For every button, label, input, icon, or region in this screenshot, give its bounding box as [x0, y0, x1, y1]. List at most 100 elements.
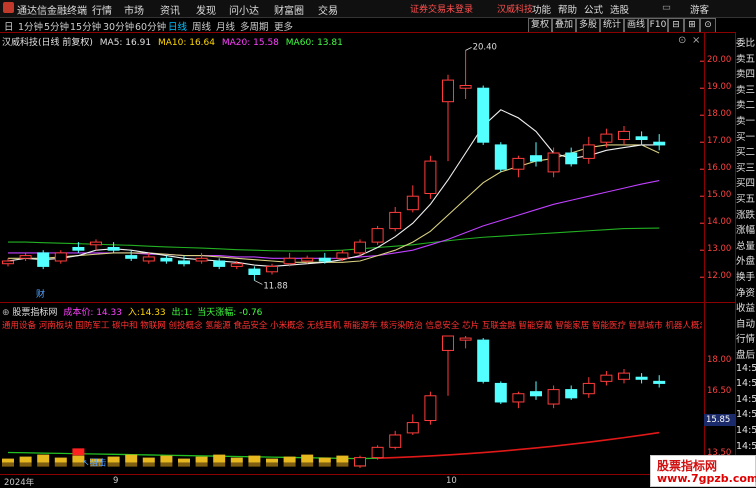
period-weekly[interactable]: 周线 [192, 19, 211, 33]
title-stock-name: 汉威科技 [497, 5, 534, 15]
signal-block [336, 455, 349, 467]
price-tick: 16.00 [707, 163, 732, 174]
quote-label-21: 14:5 [736, 362, 756, 374]
candle [248, 266, 261, 281]
candle [266, 263, 278, 275]
toolbar-zoom-in-icon[interactable]: ⊞ [684, 18, 700, 33]
indicator-candle [582, 377, 595, 398]
snipe-label: ↖狙击 [82, 458, 106, 469]
axis-divider [704, 33, 705, 474]
indicator-candle [530, 381, 542, 400]
date-month-9: 9 [113, 476, 119, 486]
menu-zixun[interactable]: 资讯 [160, 2, 180, 17]
menu-bangzhu[interactable]: 帮助 [558, 2, 577, 16]
quote-label-24: 14:5 [736, 409, 756, 421]
period-more[interactable]: 更多 [274, 19, 293, 33]
login-warning[interactable]: 证券交易未登录 [410, 2, 473, 15]
title-bar: 通达信金融终端 行情 市场 资讯 发现 问小达 财富圈 交易 证券交易未登录 汉… [0, 0, 756, 18]
candle [565, 147, 578, 167]
period-1min[interactable]: 1分钟 [18, 19, 43, 33]
candle [459, 50, 472, 99]
quote-label-4: 卖二 [736, 100, 756, 112]
candle [354, 239, 366, 256]
menu-hangqing[interactable]: 行情 [92, 2, 112, 17]
period-monthly[interactable]: 月线 [216, 19, 235, 33]
minimize-icon[interactable]: ▭ [662, 2, 671, 13]
period-day-short[interactable]: 日 [4, 19, 14, 33]
quote-label-17: 收益 [736, 303, 756, 315]
quote-label-26: 14:5 [736, 440, 756, 452]
indicator-candle [512, 391, 525, 409]
menu-caifuquan[interactable]: 财富圈 [274, 2, 304, 17]
candle [406, 185, 419, 213]
menu-user[interactable]: 游客 [690, 2, 709, 16]
price-tick: 15.00 [707, 190, 732, 201]
toolbar-zoom-out-icon[interactable]: ⊟ [668, 18, 684, 33]
indicator-icon: ⊕ [2, 308, 10, 318]
pane-divider [0, 302, 736, 303]
entry-label: 入:14.33 [127, 308, 166, 318]
price-tick: 19.00 [707, 82, 732, 93]
watermark-url: www.7gpzb.com [657, 472, 756, 485]
indicator-candle [406, 414, 419, 435]
candle [90, 239, 102, 251]
cost-price-label: 成本价: 14.33 [63, 308, 122, 318]
price-tick: 13.00 [707, 244, 732, 255]
quote-label-25: 14:5 [736, 425, 756, 436]
period-60min[interactable]: 60分钟 [135, 19, 166, 33]
menu-gongneng[interactable]: 功能 [532, 2, 551, 16]
quote-label-19: 行情 [736, 334, 756, 346]
quote-label-8: 买三 [736, 162, 756, 174]
indicator-tick: 18.00 [707, 354, 732, 365]
period-15min[interactable]: 15分钟 [70, 19, 101, 33]
signal-block [19, 456, 32, 467]
period-daily[interactable]: 日线 [168, 19, 187, 33]
candle [653, 134, 666, 151]
quote-label-12: 涨幅 [736, 225, 756, 237]
candle [19, 252, 32, 261]
menu-faxian[interactable]: 发现 [196, 2, 216, 17]
indicator-candle [354, 455, 366, 468]
menu-xuangu[interactable]: 选股 [610, 2, 629, 16]
toolbar-huaxian[interactable]: 画线 [624, 18, 648, 33]
candle [635, 131, 648, 145]
period-30min[interactable]: 30分钟 [103, 19, 134, 33]
period-multi[interactable]: 多周期 [240, 19, 269, 33]
quote-label-10: 买五 [736, 194, 756, 205]
candle [371, 225, 384, 245]
indicator-chart[interactable]: ↖狙击 [0, 330, 704, 474]
toolbar-f10[interactable]: F10 [648, 18, 668, 33]
indicator-candle [600, 371, 613, 386]
indicator-candle [635, 373, 648, 384]
menu-gongshi[interactable]: 公式 [584, 2, 603, 16]
toolbar-tongji[interactable]: 统计 [600, 18, 624, 33]
indicator-candle [494, 381, 507, 405]
menu-shichang[interactable]: 市场 [124, 2, 144, 17]
indicator-name[interactable]: 股票指标网 [12, 308, 57, 318]
today-change-label: 当天涨幅: -0.76 [197, 308, 263, 318]
indicator-candle [459, 336, 472, 349]
quote-label-16: 净资 [736, 287, 756, 299]
toolbar-fuquan[interactable]: 复权 [528, 18, 552, 33]
toolbar-diejia[interactable]: 叠加 [552, 18, 576, 33]
indicator-tick: 16.50 [707, 385, 732, 396]
signal-block [283, 456, 296, 467]
toolbar-settings-icon[interactable]: ⊙ [700, 18, 716, 33]
signal-block [248, 455, 261, 467]
indicator-candle [477, 338, 490, 384]
indicator-candle [618, 368, 630, 384]
candle [442, 74, 454, 162]
period-5min[interactable]: 5分钟 [44, 19, 69, 33]
snipe-marker [72, 448, 85, 456]
candlestick-chart[interactable]: 20.40 11.88 财 [0, 33, 704, 302]
toolbar-duogu[interactable]: 多股 [576, 18, 600, 33]
price-tick: 12.00 [707, 271, 732, 282]
quote-label-1: 卖五 [736, 53, 756, 65]
candle [389, 207, 402, 232]
menu-jiaoyi[interactable]: 交易 [318, 2, 338, 17]
menu-wenxiaoda[interactable]: 问小达 [229, 2, 259, 17]
candle [336, 250, 349, 261]
app-logo-icon [3, 2, 14, 13]
exit-label: 出:1: [171, 308, 193, 318]
high-pointer [465, 47, 472, 51]
